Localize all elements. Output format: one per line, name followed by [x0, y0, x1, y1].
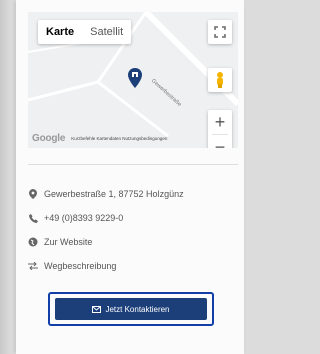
- phone-icon: [28, 213, 38, 223]
- divider: [28, 164, 238, 165]
- zoom-out-button[interactable]: −: [208, 135, 232, 148]
- map-footer: Google Kurzbefehle Kartendaten Nutzungsb…: [32, 132, 202, 144]
- directions-row[interactable]: Wegbeschreibung: [28, 258, 116, 274]
- directions-icon: [28, 261, 38, 271]
- zoom-control: + −: [208, 110, 232, 148]
- pegman-icon: [217, 72, 223, 88]
- website-link[interactable]: Zur Website: [44, 237, 92, 247]
- phone-link[interactable]: +49 (0)8393 9229-0: [44, 213, 123, 223]
- contact-button[interactable]: Jetzt Kontaktieren: [55, 298, 207, 320]
- address-row: Gewerbestraße 1, 87752 Holzgünz: [28, 186, 184, 202]
- contact-button-focus-ring: Jetzt Kontaktieren: [48, 292, 214, 326]
- map-pin-icon: [128, 68, 142, 88]
- location-pin[interactable]: [128, 68, 142, 93]
- directions-link[interactable]: Wegbeschreibung: [44, 261, 116, 271]
- google-logo: Google: [32, 132, 66, 144]
- globe-icon: [28, 237, 38, 247]
- address-text: Gewerbestraße 1, 87752 Holzgünz: [44, 189, 184, 199]
- website-row[interactable]: Zur Website: [28, 234, 92, 250]
- street-view-button[interactable]: [208, 68, 232, 92]
- mail-icon: [92, 305, 102, 313]
- fullscreen-button[interactable]: [208, 20, 232, 44]
- contact-button-label: Jetzt Kontaktieren: [105, 304, 170, 314]
- phone-row[interactable]: +49 (0)8393 9229-0: [28, 210, 123, 226]
- zoom-in-button[interactable]: +: [208, 110, 232, 134]
- map-type-karte[interactable]: Karte: [38, 20, 82, 44]
- location-card: Gewerbestraße Karte Satellit + − Google …: [16, 0, 244, 354]
- page-left-edge: [0, 0, 16, 354]
- location-marker-icon: [28, 189, 38, 199]
- fullscreen-icon: [214, 26, 226, 38]
- map-type-satellit[interactable]: Satellit: [82, 20, 131, 44]
- map-widget[interactable]: Gewerbestraße Karte Satellit + − Google …: [28, 12, 238, 148]
- map-footer-links[interactable]: Kurzbefehle Kartendaten Nutzungsbedingun…: [71, 136, 167, 141]
- map-type-control: Karte Satellit: [38, 20, 132, 44]
